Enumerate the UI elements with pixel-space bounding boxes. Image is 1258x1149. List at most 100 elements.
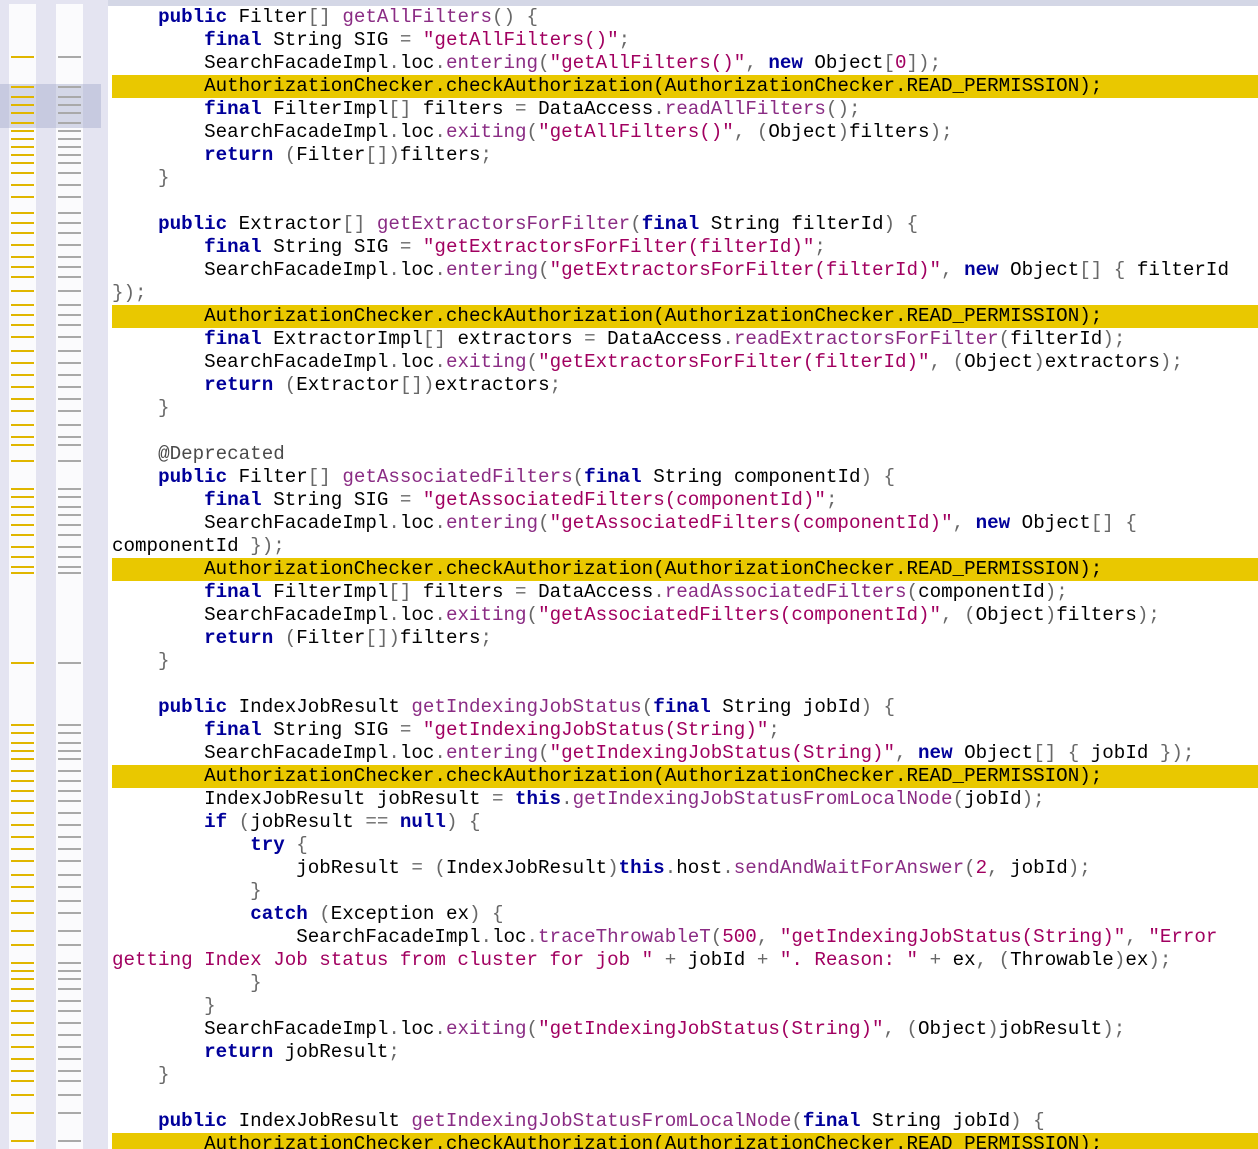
code-line[interactable]: final FilterImpl[] filters = DataAccess.… bbox=[112, 98, 1258, 121]
overview-highlight-mark[interactable] bbox=[11, 742, 34, 744]
overview-highlight-mark[interactable] bbox=[11, 1058, 34, 1060]
code-line[interactable]: SearchFacadeImpl.loc.exiting("getAssocia… bbox=[112, 604, 1258, 627]
overview-change-mark[interactable] bbox=[58, 790, 81, 792]
overview-highlight-mark[interactable] bbox=[11, 1046, 34, 1048]
code-line[interactable] bbox=[112, 190, 1258, 213]
overview-change-mark[interactable] bbox=[58, 556, 81, 558]
overview-highlight-mark[interactable] bbox=[11, 386, 34, 388]
overview-change-mark[interactable] bbox=[58, 398, 81, 400]
overview-highlight-mark[interactable] bbox=[11, 304, 34, 306]
overview-highlight-mark[interactable] bbox=[11, 1140, 34, 1142]
overview-highlight-mark[interactable] bbox=[11, 524, 34, 526]
overview-highlight-mark[interactable] bbox=[11, 212, 34, 214]
code-line[interactable]: } bbox=[112, 167, 1258, 190]
overview-change-mark[interactable] bbox=[58, 460, 81, 462]
highlighted-code-line[interactable]: AuthorizationChecker.checkAuthorization(… bbox=[112, 558, 1258, 581]
overview-change-mark[interactable] bbox=[58, 362, 81, 364]
overview-change-mark[interactable] bbox=[58, 1034, 81, 1036]
overview-highlight-mark[interactable] bbox=[11, 824, 34, 826]
overview-change-mark[interactable] bbox=[58, 374, 81, 376]
overview-highlight-mark[interactable] bbox=[11, 232, 34, 234]
overview-change-mark[interactable] bbox=[58, 812, 81, 814]
code-line[interactable]: SearchFacadeImpl.loc.traceThrowableT(500… bbox=[112, 926, 1258, 949]
overview-highlight-mark[interactable] bbox=[11, 324, 34, 326]
overview-change-mark[interactable] bbox=[58, 324, 81, 326]
code-line[interactable]: SearchFacadeImpl.loc.exiting("getIndexin… bbox=[112, 1018, 1258, 1041]
overview-change-mark[interactable] bbox=[58, 930, 81, 932]
code-line[interactable]: } bbox=[112, 650, 1258, 673]
overview-highlight-mark[interactable] bbox=[11, 196, 34, 198]
overview-change-mark[interactable] bbox=[58, 1000, 81, 1002]
overview-change-mark[interactable] bbox=[58, 944, 81, 946]
overview-highlight-mark[interactable] bbox=[11, 790, 34, 792]
overview-change-mark[interactable] bbox=[58, 232, 81, 234]
overview-highlight-mark[interactable] bbox=[11, 138, 34, 140]
code-line[interactable]: SearchFacadeImpl.loc.entering("getExtrac… bbox=[112, 259, 1258, 282]
overview-highlight-mark[interactable] bbox=[11, 112, 34, 114]
overview-change-mark[interactable] bbox=[58, 112, 81, 114]
overview-highlight-mark[interactable] bbox=[11, 96, 34, 98]
overview-change-mark[interactable] bbox=[58, 836, 81, 838]
overview-change-mark[interactable] bbox=[58, 138, 81, 140]
overview-change-mark[interactable] bbox=[58, 758, 81, 760]
highlighted-code-line[interactable]: AuthorizationChecker.checkAuthorization(… bbox=[112, 765, 1258, 788]
overview-highlight-mark[interactable] bbox=[11, 780, 34, 782]
code-line[interactable]: final FilterImpl[] filters = DataAccess.… bbox=[112, 581, 1258, 604]
overview-change-mark[interactable] bbox=[58, 350, 81, 352]
overview-highlight-mark[interactable] bbox=[11, 750, 34, 752]
overview-highlight-mark[interactable] bbox=[11, 970, 34, 972]
overview-highlight-mark[interactable] bbox=[11, 336, 34, 338]
overview-change-mark[interactable] bbox=[58, 410, 81, 412]
overview-change-mark[interactable] bbox=[58, 506, 81, 508]
overview-highlight-mark[interactable] bbox=[11, 374, 34, 376]
code-line[interactable]: getting Index Job status from cluster fo… bbox=[112, 949, 1258, 972]
overview-highlight-mark[interactable] bbox=[11, 266, 34, 268]
overview-highlight-mark[interactable] bbox=[11, 546, 34, 548]
overview-change-mark[interactable] bbox=[58, 970, 81, 972]
overview-highlight-mark[interactable] bbox=[11, 276, 34, 278]
overview-change-mark[interactable] bbox=[58, 572, 81, 574]
overview-highlight-mark[interactable] bbox=[11, 886, 34, 888]
overview-highlight-mark[interactable] bbox=[11, 244, 34, 246]
overview-change-mark[interactable] bbox=[58, 304, 81, 306]
overview-change-mark[interactable] bbox=[58, 424, 81, 426]
overview-highlight-mark[interactable] bbox=[11, 732, 34, 734]
overview-highlight-mark[interactable] bbox=[11, 912, 34, 914]
overview-highlight-mark[interactable] bbox=[11, 154, 34, 156]
overview-highlight-mark[interactable] bbox=[11, 1010, 34, 1012]
code-line[interactable]: public IndexJobResult getIndexingJobStat… bbox=[112, 1110, 1258, 1133]
overview-change-mark[interactable] bbox=[58, 244, 81, 246]
overview-highlight-mark[interactable] bbox=[11, 410, 34, 412]
code-line[interactable]: } bbox=[112, 397, 1258, 420]
overview-change-mark[interactable] bbox=[58, 1094, 81, 1096]
code-line[interactable]: SearchFacadeImpl.loc.exiting("getExtract… bbox=[112, 351, 1258, 374]
overview-highlight-mark[interactable] bbox=[11, 436, 34, 438]
overview-highlight-mark[interactable] bbox=[11, 86, 34, 88]
overview-highlight-mark[interactable] bbox=[11, 314, 34, 316]
overview-change-mark[interactable] bbox=[58, 86, 81, 88]
overview-change-mark[interactable] bbox=[58, 184, 81, 186]
overview-change-mark[interactable] bbox=[58, 222, 81, 224]
overview-change-mark[interactable] bbox=[58, 724, 81, 726]
overview-change-mark[interactable] bbox=[58, 1070, 81, 1072]
overview-change-mark[interactable] bbox=[58, 824, 81, 826]
overview-highlight-mark[interactable] bbox=[11, 1034, 34, 1036]
overview-change-mark[interactable] bbox=[58, 1080, 81, 1082]
overview-highlight-mark[interactable] bbox=[11, 1094, 34, 1096]
overview-highlight-mark[interactable] bbox=[11, 572, 34, 574]
overview-highlight-mark[interactable] bbox=[11, 488, 34, 490]
code-line[interactable]: return jobResult; bbox=[112, 1041, 1258, 1064]
overview-highlight-mark[interactable] bbox=[11, 424, 34, 426]
overview-change-mark[interactable] bbox=[58, 56, 81, 58]
overview-ruler[interactable] bbox=[0, 0, 108, 1149]
overview-highlight-mark[interactable] bbox=[11, 758, 34, 760]
overview-highlight-mark[interactable] bbox=[11, 162, 34, 164]
overview-highlight-mark[interactable] bbox=[11, 566, 34, 568]
code-line[interactable]: } bbox=[112, 972, 1258, 995]
code-line[interactable]: } bbox=[112, 880, 1258, 903]
overview-change-mark[interactable] bbox=[58, 336, 81, 338]
code-line[interactable]: SearchFacadeImpl.loc.exiting("getAllFilt… bbox=[112, 121, 1258, 144]
code-line[interactable]: }); bbox=[112, 282, 1258, 305]
code-line[interactable]: SearchFacadeImpl.loc.entering("getIndexi… bbox=[112, 742, 1258, 765]
code-line[interactable]: IndexJobResult jobResult = this.getIndex… bbox=[112, 788, 1258, 811]
